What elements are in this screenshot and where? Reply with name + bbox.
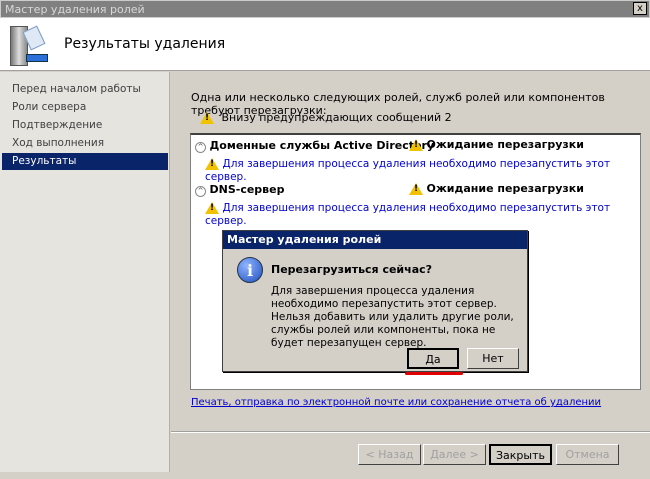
page-title: Результаты удаления: [64, 36, 226, 52]
next-button[interactable]: Далее >: [423, 444, 486, 465]
dialog-heading: Перезагрузиться сейчас?: [271, 263, 433, 276]
header: Результаты удаления: [0, 18, 650, 71]
report-link[interactable]: Печать, отправка по электронной почте ил…: [191, 397, 601, 408]
collapse-chevron-icon[interactable]: ^: [195, 142, 206, 153]
status-text: Ожидание перезагрузки: [426, 182, 584, 195]
message-text: Для завершения процесса удаления необход…: [205, 158, 611, 183]
close-button[interactable]: x: [633, 2, 647, 15]
warning-icon: [200, 112, 214, 124]
role-name: Доменные службы Active Directory: [209, 139, 435, 152]
status-text: Ожидание перезагрузки: [426, 138, 584, 151]
result-item: ^ Доменные службы Active Directory: [195, 139, 434, 153]
status: Ожидание перезагрузки: [409, 138, 584, 151]
highlight-underline: [405, 372, 463, 375]
cancel-button[interactable]: Отмена: [556, 444, 619, 465]
message-text: Для завершения процесса удаления необход…: [205, 202, 611, 227]
no-button[interactable]: Нет: [467, 348, 519, 369]
result-message: Для завершения процесса удаления необход…: [205, 157, 640, 183]
server-wizard-icon: [10, 25, 48, 66]
warning-icon: [205, 202, 219, 214]
result-message: Для завершения процесса удаления необход…: [205, 201, 640, 227]
warning-icon: [205, 158, 219, 170]
yes-button[interactable]: Да: [407, 348, 459, 369]
status: Ожидание перезагрузки: [409, 182, 584, 195]
window-title: Мастер удаления ролей: [5, 3, 145, 16]
dialog-body: Для завершения процесса удаления необход…: [271, 285, 514, 349]
role-name: DNS-сервер: [209, 183, 285, 196]
sidebar-item-progress[interactable]: Ход выполнения: [2, 135, 168, 152]
dialog-title: Мастер удаления ролей: [223, 231, 527, 249]
warning-icon: [409, 139, 423, 151]
collapse-chevron-icon[interactable]: ^: [195, 186, 206, 197]
warning-icon: [409, 183, 423, 195]
result-item: ^ DNS-сервер: [195, 183, 284, 197]
sidebar-item-results[interactable]: Результаты: [2, 153, 168, 170]
warning-summary-text: Внизу предупреждающих сообщений 2: [221, 111, 452, 124]
sidebar-item-confirmation[interactable]: Подтверждение: [2, 117, 168, 134]
restart-dialog: Мастер удаления ролей i Перезагрузиться …: [222, 230, 528, 375]
info-icon: i: [237, 257, 263, 283]
sidebar-item-server-roles[interactable]: Роли сервера: [2, 99, 168, 116]
close-wizard-button[interactable]: Закрыть: [489, 444, 552, 465]
sidebar: Перед началом работы Роли сервера Подтве…: [0, 72, 170, 472]
warning-summary: Внизу предупреждающих сообщений 2: [200, 111, 452, 124]
title-bar: Мастер удаления ролей: [0, 0, 650, 18]
back-button[interactable]: < Назад: [358, 444, 421, 465]
separator: [171, 431, 650, 433]
sidebar-item-before-you-begin[interactable]: Перед началом работы: [2, 81, 168, 98]
